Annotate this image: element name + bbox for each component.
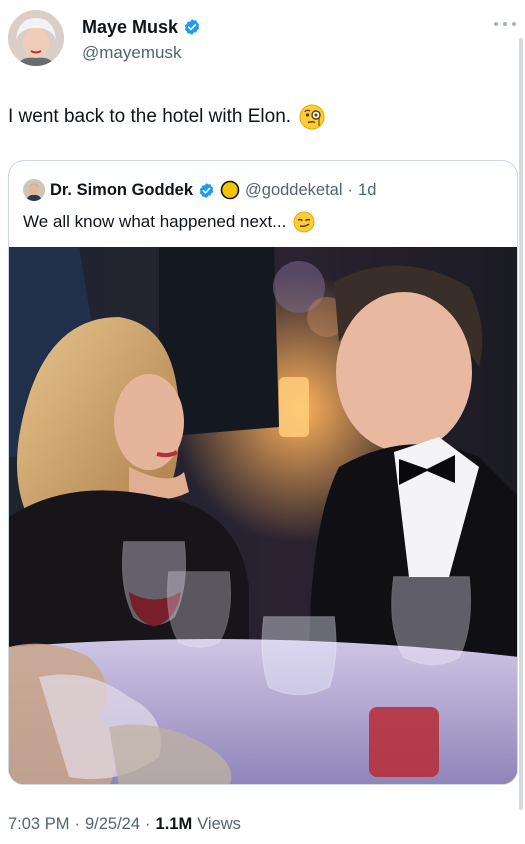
quoted-tweet-body: We all know what happened next... <box>23 211 315 233</box>
verified-badge-icon <box>199 182 214 198</box>
quoted-separator: · <box>347 180 354 199</box>
tweet-date[interactable]: 9/25/24 <box>85 815 140 834</box>
quoted-tweet-header: Dr. Simon Goddek @goddeketal · 1d <box>23 179 376 201</box>
quoted-tweet-photo[interactable] <box>9 247 517 784</box>
views-count[interactable]: 1.1M <box>156 815 193 834</box>
author-avatar[interactable] <box>8 10 64 66</box>
quoted-tweet-text: We all know what happened next... <box>23 212 287 231</box>
meta-separator: · <box>145 815 151 833</box>
meta-separator: · <box>74 815 80 833</box>
views-label: Views <box>197 815 241 833</box>
more-options-icon[interactable] <box>494 22 516 32</box>
quoted-author-handle: @goddeketal <box>245 180 343 199</box>
tweet-header: Maye Musk @mayemusk <box>8 10 518 72</box>
tweet-text: I went back to the hotel with Elon. <box>8 106 292 127</box>
gold-circle-icon <box>220 180 240 200</box>
monocle-face-emoji-icon <box>299 104 325 130</box>
author-name-row: Maye Musk <box>82 16 201 38</box>
quoted-author-name: Dr. Simon Goddek <box>50 180 194 199</box>
author-display-name[interactable]: Maye Musk <box>82 16 178 38</box>
profile-photo-icon <box>23 179 45 201</box>
profile-photo-icon <box>8 10 64 66</box>
verified-badge-icon <box>184 19 200 35</box>
smirking-face-emoji-icon <box>293 211 315 233</box>
tweet-meta: 7:03 PM · 9/25/24 · 1.1M Views <box>8 815 241 834</box>
scrollbar[interactable] <box>519 38 523 810</box>
author-handle[interactable]: @mayemusk <box>82 43 181 63</box>
tweet-body: I went back to the hotel with Elon. <box>8 104 325 130</box>
dinner-photo-icon <box>9 247 517 784</box>
tweet-time[interactable]: 7:03 PM <box>8 815 69 834</box>
quoted-time: 1d <box>358 180 377 199</box>
quoted-author-avatar <box>23 179 45 201</box>
quoted-tweet-card[interactable]: Dr. Simon Goddek @goddeketal · 1d We all… <box>8 160 518 785</box>
